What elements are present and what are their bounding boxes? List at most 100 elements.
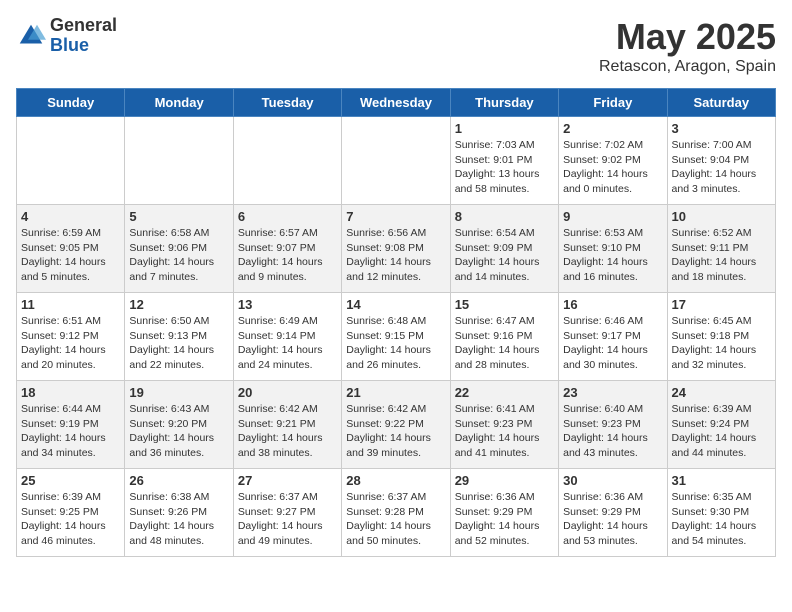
day-number: 24 bbox=[672, 385, 771, 400]
title-block: May 2025 Retascon, Aragon, Spain bbox=[599, 16, 776, 76]
header-row: SundayMondayTuesdayWednesdayThursdayFrid… bbox=[17, 89, 776, 117]
calendar-cell bbox=[233, 117, 341, 205]
calendar-cell: 15 Sunrise: 6:47 AMSunset: 9:16 PMDayligh… bbox=[450, 293, 558, 381]
cell-info: Sunrise: 6:46 AMSunset: 9:17 PMDaylight:… bbox=[563, 314, 662, 373]
calendar-row-4: 25Sunrise: 6:39 AMSunset: 9:25 PMDayligh… bbox=[17, 469, 776, 557]
cell-info: Sunrise: 6:45 AMSunset: 9:18 PMDaylight:… bbox=[672, 314, 771, 373]
calendar-cell: 8 Sunrise: 6:54 AMSunset: 9:09 PMDaylight… bbox=[450, 205, 558, 293]
cell-info: Sunrise: 6:36 AMSunset: 9:29 PMDaylight:… bbox=[563, 490, 662, 549]
cell-info: Sunrise: 6:40 AMSunset: 9:23 PMDaylight:… bbox=[563, 402, 662, 461]
header-wednesday: Wednesday bbox=[342, 89, 450, 117]
day-number: 30 bbox=[563, 473, 662, 488]
cell-info: Sunrise: 6:51 AMSunset: 9:12 PMDaylight:… bbox=[21, 314, 120, 373]
calendar-cell: 7Sunrise: 6:56 AMSunset: 9:08 PMDaylight… bbox=[342, 205, 450, 293]
header-saturday: Saturday bbox=[667, 89, 775, 117]
calendar-cell: 5 Sunrise: 6:58 AMSunset: 9:06 PMDaylight… bbox=[125, 205, 233, 293]
calendar-cell: 16 Sunrise: 6:46 AMSunset: 9:17 PMDayligh… bbox=[559, 293, 667, 381]
day-number: 16 bbox=[563, 297, 662, 312]
logo-text: General Blue bbox=[50, 16, 117, 56]
calendar-cell bbox=[125, 117, 233, 205]
header-thursday: Thursday bbox=[450, 89, 558, 117]
cell-info: Sunrise: 6:49 AMSunset: 9:14 PMDaylight:… bbox=[238, 314, 337, 373]
cell-info: Sunrise: 6:42 AMSunset: 9:21 PMDaylight:… bbox=[238, 402, 337, 461]
day-number: 22 bbox=[455, 385, 554, 400]
header-tuesday: Tuesday bbox=[233, 89, 341, 117]
cell-info: Sunrise: 6:48 AMSunset: 9:15 PMDaylight:… bbox=[346, 314, 445, 373]
day-number: 26 bbox=[129, 473, 228, 488]
logo-icon bbox=[16, 21, 46, 51]
calendar-cell: 17 Sunrise: 6:45 AMSunset: 9:18 PMDayligh… bbox=[667, 293, 775, 381]
calendar-row-3: 18Sunrise: 6:44 AMSunset: 9:19 PMDayligh… bbox=[17, 381, 776, 469]
calendar-cell: 1 Sunrise: 7:03 AMSunset: 9:01 PMDaylight… bbox=[450, 117, 558, 205]
day-number: 29 bbox=[455, 473, 554, 488]
logo-blue: Blue bbox=[50, 36, 117, 56]
day-number: 18 bbox=[21, 385, 120, 400]
day-number: 20 bbox=[238, 385, 337, 400]
day-number: 9 bbox=[563, 209, 662, 224]
day-number: 10 bbox=[672, 209, 771, 224]
day-number: 12 bbox=[129, 297, 228, 312]
calendar-cell: 27 Sunrise: 6:37 AMSunset: 9:27 PMDayligh… bbox=[233, 469, 341, 557]
cell-info: Sunrise: 6:58 AMSunset: 9:06 PMDaylight:… bbox=[129, 226, 228, 285]
day-number: 21 bbox=[346, 385, 445, 400]
calendar-table: SundayMondayTuesdayWednesdayThursdayFrid… bbox=[16, 88, 776, 557]
day-number: 14 bbox=[346, 297, 445, 312]
cell-info: Sunrise: 6:36 AMSunset: 9:29 PMDaylight:… bbox=[455, 490, 554, 549]
calendar-cell: 28 Sunrise: 6:37 AMSunset: 9:28 PMDayligh… bbox=[342, 469, 450, 557]
day-number: 17 bbox=[672, 297, 771, 312]
month-title: May 2025 bbox=[599, 16, 776, 58]
cell-info: Sunrise: 6:42 AMSunset: 9:22 PMDaylight:… bbox=[346, 402, 445, 461]
day-number: 27 bbox=[238, 473, 337, 488]
cell-info: Sunrise: 6:50 AMSunset: 9:13 PMDaylight:… bbox=[129, 314, 228, 373]
calendar-row-2: 11 Sunrise: 6:51 AMSunset: 9:12 PMDayligh… bbox=[17, 293, 776, 381]
calendar-header: SundayMondayTuesdayWednesdayThursdayFrid… bbox=[17, 89, 776, 117]
calendar-cell: 4Sunrise: 6:59 AMSunset: 9:05 PMDaylight… bbox=[17, 205, 125, 293]
calendar-row-1: 4Sunrise: 6:59 AMSunset: 9:05 PMDaylight… bbox=[17, 205, 776, 293]
day-number: 8 bbox=[455, 209, 554, 224]
location-title: Retascon, Aragon, Spain bbox=[599, 58, 776, 76]
calendar-cell: 10 Sunrise: 6:52 AMSunset: 9:11 PMDayligh… bbox=[667, 205, 775, 293]
calendar-cell: 24Sunrise: 6:39 AMSunset: 9:24 PMDayligh… bbox=[667, 381, 775, 469]
cell-info: Sunrise: 6:41 AMSunset: 9:23 PMDaylight:… bbox=[455, 402, 554, 461]
calendar-cell: 6Sunrise: 6:57 AMSunset: 9:07 PMDaylight… bbox=[233, 205, 341, 293]
day-number: 4 bbox=[21, 209, 120, 224]
calendar-row-0: 1 Sunrise: 7:03 AMSunset: 9:01 PMDaylight… bbox=[17, 117, 776, 205]
calendar-cell: 18Sunrise: 6:44 AMSunset: 9:19 PMDayligh… bbox=[17, 381, 125, 469]
cell-info: Sunrise: 6:37 AMSunset: 9:28 PMDaylight:… bbox=[346, 490, 445, 549]
calendar-cell: 13Sunrise: 6:49 AMSunset: 9:14 PMDayligh… bbox=[233, 293, 341, 381]
calendar-cell: 22 Sunrise: 6:41 AMSunset: 9:23 PMDayligh… bbox=[450, 381, 558, 469]
cell-info: Sunrise: 7:02 AMSunset: 9:02 PMDaylight:… bbox=[563, 138, 662, 197]
logo: General Blue bbox=[16, 16, 117, 56]
cell-info: Sunrise: 6:39 AMSunset: 9:25 PMDaylight:… bbox=[21, 490, 120, 549]
cell-info: Sunrise: 6:37 AMSunset: 9:27 PMDaylight:… bbox=[238, 490, 337, 549]
cell-info: Sunrise: 6:56 AMSunset: 9:08 PMDaylight:… bbox=[346, 226, 445, 285]
day-number: 11 bbox=[21, 297, 120, 312]
calendar-cell: 3Sunrise: 7:00 AMSunset: 9:04 PMDaylight… bbox=[667, 117, 775, 205]
cell-info: Sunrise: 6:52 AMSunset: 9:11 PMDaylight:… bbox=[672, 226, 771, 285]
calendar-cell: 29 Sunrise: 6:36 AMSunset: 9:29 PMDayligh… bbox=[450, 469, 558, 557]
calendar-cell bbox=[17, 117, 125, 205]
calendar-cell: 31Sunrise: 6:35 AMSunset: 9:30 PMDayligh… bbox=[667, 469, 775, 557]
calendar-cell: 12 Sunrise: 6:50 AMSunset: 9:13 PMDayligh… bbox=[125, 293, 233, 381]
day-number: 19 bbox=[129, 385, 228, 400]
calendar-cell: 26 Sunrise: 6:38 AMSunset: 9:26 PMDayligh… bbox=[125, 469, 233, 557]
day-number: 2 bbox=[563, 121, 662, 136]
calendar-cell: 21 Sunrise: 6:42 AMSunset: 9:22 PMDayligh… bbox=[342, 381, 450, 469]
calendar-cell: 14 Sunrise: 6:48 AMSunset: 9:15 PMDayligh… bbox=[342, 293, 450, 381]
day-number: 28 bbox=[346, 473, 445, 488]
calendar-cell: 11 Sunrise: 6:51 AMSunset: 9:12 PMDayligh… bbox=[17, 293, 125, 381]
day-number: 5 bbox=[129, 209, 228, 224]
calendar-cell: 20 Sunrise: 6:42 AMSunset: 9:21 PMDayligh… bbox=[233, 381, 341, 469]
page-header: General Blue May 2025 Retascon, Aragon, … bbox=[16, 16, 776, 76]
calendar-cell: 19Sunrise: 6:43 AMSunset: 9:20 PMDayligh… bbox=[125, 381, 233, 469]
cell-info: Sunrise: 6:38 AMSunset: 9:26 PMDaylight:… bbox=[129, 490, 228, 549]
day-number: 15 bbox=[455, 297, 554, 312]
cell-info: Sunrise: 6:54 AMSunset: 9:09 PMDaylight:… bbox=[455, 226, 554, 285]
day-number: 31 bbox=[672, 473, 771, 488]
cell-info: Sunrise: 7:03 AMSunset: 9:01 PMDaylight:… bbox=[455, 138, 554, 197]
cell-info: Sunrise: 6:47 AMSunset: 9:16 PMDaylight:… bbox=[455, 314, 554, 373]
day-number: 3 bbox=[672, 121, 771, 136]
logo-general: General bbox=[50, 16, 117, 36]
day-number: 1 bbox=[455, 121, 554, 136]
calendar-cell: 23Sunrise: 6:40 AMSunset: 9:23 PMDayligh… bbox=[559, 381, 667, 469]
